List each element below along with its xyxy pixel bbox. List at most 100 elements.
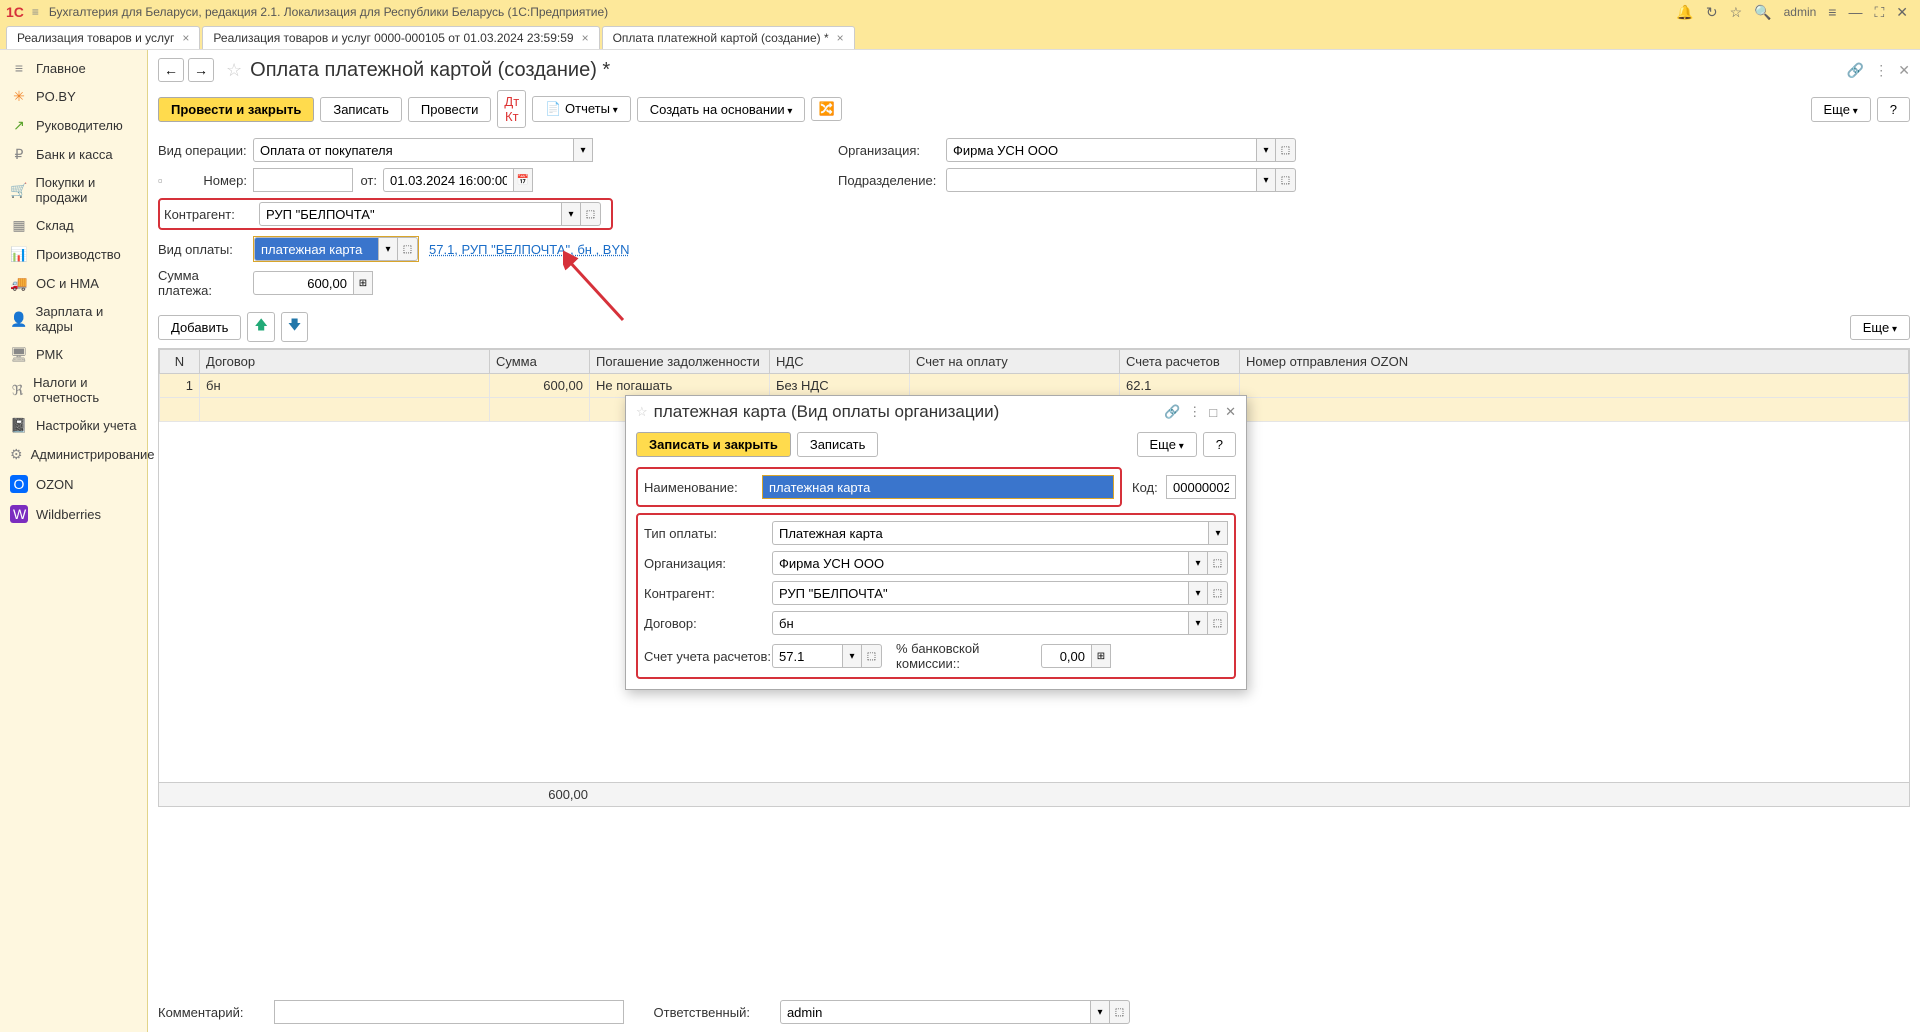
close-icon[interactable]: ✕: [1898, 62, 1910, 79]
sidebar-item-rmk[interactable]: 🖥РМК: [0, 340, 147, 369]
dropdown-icon[interactable]: ▾: [561, 202, 581, 226]
dropdown-icon[interactable]: ▾: [1256, 168, 1276, 192]
table-row[interactable]: 1 бн 600,00 Не погашать Без НДС 62.1: [160, 374, 1909, 398]
sidebar-item-assets[interactable]: 🚚ОС и НМА: [0, 269, 147, 298]
dlg-org-field[interactable]: [772, 551, 1188, 575]
dlg-name-field[interactable]: [762, 475, 1114, 499]
sidebar-item-stock[interactable]: ▦Склад: [0, 211, 147, 240]
calendar-icon[interactable]: 📅: [513, 168, 533, 192]
open-icon[interactable]: ⬚: [1276, 168, 1296, 192]
sidebar-item-bank[interactable]: ₽Банк и касса: [0, 140, 147, 169]
dlg-contragent-field[interactable]: [772, 581, 1188, 605]
dropdown-icon[interactable]: ▾: [1208, 521, 1228, 545]
move-down-button[interactable]: 🡇: [281, 312, 308, 342]
col-invoice[interactable]: Счет на оплату: [910, 350, 1120, 374]
dlg-contract-field[interactable]: [772, 611, 1188, 635]
write-button[interactable]: Записать: [320, 97, 402, 122]
dlg-commission-field[interactable]: [1041, 644, 1091, 668]
dtkt-button[interactable]: ДтКт: [497, 90, 526, 128]
maximize-icon[interactable]: □: [1209, 405, 1217, 420]
dropdown-icon[interactable]: ▾: [1188, 581, 1208, 605]
post-button[interactable]: Провести: [408, 97, 492, 122]
sum-field[interactable]: [253, 271, 353, 295]
dlg-more-button[interactable]: Еще: [1137, 432, 1197, 457]
open-icon[interactable]: ⬚: [1276, 138, 1296, 162]
paytype-field[interactable]: [254, 237, 378, 261]
col-vat[interactable]: НДС: [770, 350, 910, 374]
more-button[interactable]: Еще: [1811, 97, 1871, 122]
sidebar-item-wb[interactable]: WWildberries: [0, 499, 147, 529]
dept-field[interactable]: [946, 168, 1256, 192]
tab-0[interactable]: Реализация товаров и услуг×: [6, 26, 200, 49]
tab-2[interactable]: Оплата платежной картой (создание) *×: [602, 26, 855, 49]
open-icon[interactable]: ⬚: [1110, 1000, 1130, 1024]
history-icon[interactable]: ↻: [1706, 4, 1718, 21]
contragent-field[interactable]: [259, 202, 561, 226]
num-field[interactable]: [253, 168, 353, 192]
col-ozon[interactable]: Номер отправления OZON: [1240, 350, 1909, 374]
sidebar-item-poby[interactable]: ✳PO.BY: [0, 82, 147, 111]
user-label[interactable]: admin: [1784, 5, 1817, 19]
dropdown-icon[interactable]: ▾: [1188, 551, 1208, 575]
close-icon[interactable]: ✕: [1896, 4, 1908, 21]
open-icon[interactable]: ⬚: [1208, 551, 1228, 575]
col-sum[interactable]: Сумма: [490, 350, 590, 374]
col-contract[interactable]: Договор: [200, 350, 490, 374]
col-acct[interactable]: Счета расчетов: [1120, 350, 1240, 374]
dropdown-icon[interactable]: ▾: [1188, 611, 1208, 635]
tab-close-icon[interactable]: ×: [837, 31, 844, 45]
dlg-code-field[interactable]: [1166, 475, 1236, 499]
col-n[interactable]: N: [160, 350, 200, 374]
col-repay[interactable]: Погашение задолженности: [590, 350, 770, 374]
create-based-button[interactable]: Создать на основании: [637, 97, 806, 122]
dropdown-icon[interactable]: ▾: [1090, 1000, 1110, 1024]
bell-icon[interactable]: 🔔: [1676, 4, 1693, 21]
sidebar-item-settings[interactable]: 📓Настройки учета: [0, 411, 147, 440]
responsible-field[interactable]: [780, 1000, 1090, 1024]
comment-field[interactable]: [274, 1000, 624, 1024]
link-icon[interactable]: 🔗: [1164, 404, 1180, 420]
dlg-write-button[interactable]: Записать: [797, 432, 879, 457]
dropdown-icon[interactable]: ▾: [842, 644, 862, 668]
dropdown-icon[interactable]: ▾: [378, 237, 398, 261]
add-row-button[interactable]: Добавить: [158, 315, 241, 340]
open-icon[interactable]: ⬚: [1208, 581, 1228, 605]
calc-icon[interactable]: ⊞: [353, 271, 373, 295]
open-icon[interactable]: ⬚: [862, 644, 882, 668]
move-up-button[interactable]: 🡅: [247, 312, 274, 342]
open-icon[interactable]: ⬚: [398, 237, 418, 261]
sidebar-item-production[interactable]: 📊Производство: [0, 240, 147, 269]
calc-icon[interactable]: ⊞: [1091, 644, 1111, 668]
menu-icon[interactable]: ≡: [32, 5, 39, 19]
close-icon[interactable]: ✕: [1225, 404, 1236, 420]
dlg-type-field[interactable]: [772, 521, 1208, 545]
date-field[interactable]: [383, 168, 513, 192]
help-button[interactable]: ?: [1877, 97, 1910, 122]
tab-close-icon[interactable]: ×: [182, 31, 189, 45]
sidebar-item-manager[interactable]: ↗Руководителю: [0, 111, 147, 140]
minimize-icon[interactable]: —: [1848, 4, 1862, 20]
dlg-account-field[interactable]: [772, 644, 842, 668]
sidebar-item-admin[interactable]: ⚙Администрирование: [0, 440, 147, 469]
dlg-help-button[interactable]: ?: [1203, 432, 1236, 457]
back-button[interactable]: ←: [158, 58, 184, 82]
org-field[interactable]: [946, 138, 1256, 162]
sidebar-item-ozon[interactable]: OOZON: [0, 469, 147, 499]
more-icon[interactable]: ⋮: [1188, 404, 1201, 420]
dlg-save-close-button[interactable]: Записать и закрыть: [636, 432, 791, 457]
sidebar-item-hr[interactable]: 👤Зарплата и кадры: [0, 298, 147, 340]
link-icon[interactable]: 🔗: [1847, 62, 1864, 79]
paytype-link[interactable]: 57.1, РУП "БЕЛПОЧТА", бн , BYN: [429, 242, 630, 257]
more-icon[interactable]: ⋮: [1874, 62, 1888, 79]
post-close-button[interactable]: Провести и закрыть: [158, 97, 314, 122]
reports-button[interactable]: 📄 Отчеты: [532, 96, 631, 122]
structure-button[interactable]: 🔀: [811, 97, 841, 121]
star-icon[interactable]: ☆: [1730, 4, 1743, 21]
dropdown-icon[interactable]: ▾: [573, 138, 593, 162]
search-icon[interactable]: 🔍: [1754, 4, 1771, 21]
op-field[interactable]: [253, 138, 573, 162]
sidebar-item-tax[interactable]: ℜНалоги и отчетность: [0, 369, 147, 411]
sidebar-item-main[interactable]: ≡Главное: [0, 54, 147, 82]
open-icon[interactable]: ⬚: [581, 202, 601, 226]
open-icon[interactable]: ⬚: [1208, 611, 1228, 635]
